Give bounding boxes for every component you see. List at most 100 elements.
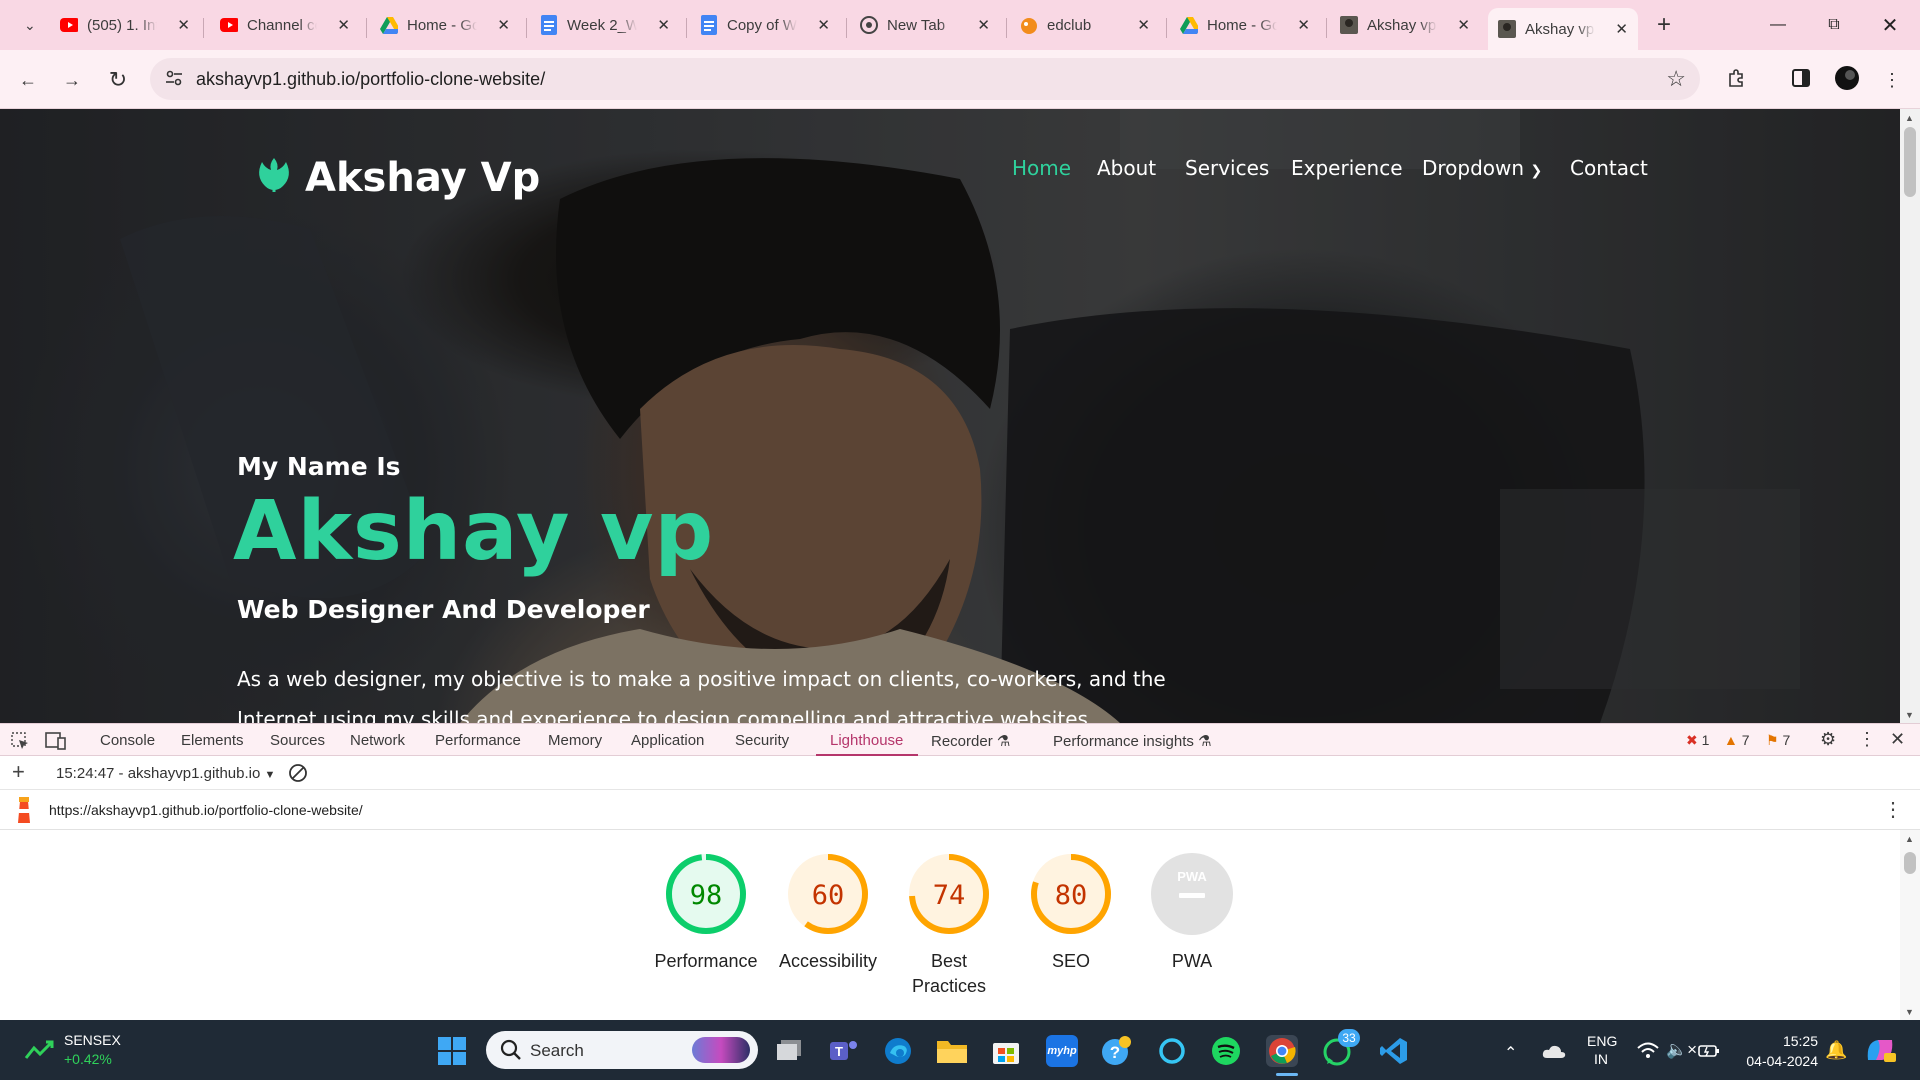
devtools-tab-recorder[interactable]: Recorder ⚗ xyxy=(931,732,1010,750)
site-info-icon[interactable] xyxy=(164,68,184,93)
error-count[interactable]: ✖ 1 xyxy=(1686,732,1709,749)
devtools-tab-security[interactable]: Security xyxy=(735,732,789,749)
show-hidden-icons[interactable]: ⌃ xyxy=(1504,1043,1517,1063)
report-selector[interactable]: 15:24:47 - akshayvp1.github.io ▼ xyxy=(56,765,275,782)
close-icon[interactable]: ✕ xyxy=(1615,20,1628,38)
vscode-icon[interactable] xyxy=(1378,1035,1410,1067)
devtools-tab-memory[interactable]: Memory xyxy=(548,732,602,749)
new-tab-button[interactable]: + xyxy=(1648,9,1680,41)
scrollbar-thumb[interactable] xyxy=(1904,852,1916,874)
devtools-tab-network[interactable]: Network xyxy=(350,732,405,749)
bookmark-star-icon[interactable]: ☆ xyxy=(1666,66,1686,92)
lighthouse-report-url[interactable]: https://akshayvp1.github.io/portfolio-cl… xyxy=(49,802,363,818)
close-icon[interactable]: ✕ xyxy=(817,16,830,34)
edge-icon[interactable] xyxy=(882,1035,914,1067)
site-brand[interactable]: Akshay Vp xyxy=(253,154,540,201)
profile-avatar[interactable] xyxy=(1831,64,1863,96)
myhp-icon[interactable]: myhp xyxy=(1046,1035,1078,1067)
browser-tab-active[interactable]: Akshay vp ✕ xyxy=(1488,8,1638,50)
close-icon[interactable]: ✕ xyxy=(977,16,990,34)
devtools-tab-lighthouse[interactable]: Lighthouse xyxy=(830,732,903,749)
nav-services[interactable]: Services xyxy=(1185,156,1269,180)
browser-tab[interactable]: Home - Go ✕ xyxy=(1170,8,1320,42)
device-toolbar-icon[interactable] xyxy=(45,731,67,756)
devtools-close-icon[interactable]: ✕ xyxy=(1890,729,1905,750)
wifi-icon[interactable] xyxy=(1637,1041,1659,1064)
score-gauge-pwa[interactable]: PWA xyxy=(1151,853,1233,935)
devtools-tab-application[interactable]: Application xyxy=(631,732,704,749)
extensions-button[interactable] xyxy=(1721,64,1753,96)
teams-icon[interactable]: T xyxy=(828,1035,860,1067)
warning-count[interactable]: ▲ 7 xyxy=(1724,732,1750,748)
report-scrollbar[interactable]: ▲ ▼ xyxy=(1900,830,1920,1020)
devtools-tab-performance[interactable]: Performance xyxy=(435,732,521,749)
file-explorer-icon[interactable] xyxy=(936,1035,968,1067)
inspect-element-icon[interactable] xyxy=(10,731,30,756)
report-menu-icon[interactable]: ⋮ xyxy=(1883,797,1903,822)
onedrive-icon[interactable] xyxy=(1542,1043,1566,1064)
nav-dropdown[interactable]: Dropdown ❯ xyxy=(1422,156,1542,180)
microsoft-store-icon[interactable] xyxy=(990,1035,1022,1067)
close-icon[interactable]: ✕ xyxy=(337,16,350,34)
scroll-up-icon[interactable]: ▲ xyxy=(1905,834,1914,844)
score-gauge-best-practices[interactable]: 74 xyxy=(908,853,990,935)
close-icon[interactable]: ✕ xyxy=(497,16,510,34)
notification-bell-icon[interactable]: 🔔 xyxy=(1825,1040,1847,1061)
spotify-icon[interactable] xyxy=(1210,1035,1242,1067)
browser-tab[interactable]: Week 2_W ✕ xyxy=(530,8,680,42)
nav-about[interactable]: About xyxy=(1097,156,1156,180)
forward-button[interactable]: → xyxy=(56,64,88,96)
clock[interactable]: 15:25 04-04-2024 xyxy=(1738,1033,1818,1069)
nav-contact[interactable]: Contact xyxy=(1570,156,1648,180)
chrome-taskbar-icon[interactable] xyxy=(1266,1035,1298,1067)
restore-button[interactable]: ⧉ xyxy=(1806,0,1862,50)
close-icon[interactable]: ✕ xyxy=(177,16,190,34)
windows-start-icon[interactable] xyxy=(436,1035,468,1067)
browser-tab[interactable]: edclub ✕ xyxy=(1010,8,1160,42)
nav-experience[interactable]: Experience xyxy=(1291,156,1403,180)
copilot-icon[interactable] xyxy=(1864,1036,1896,1069)
issues-count[interactable]: ⚑ 7 xyxy=(1766,732,1790,749)
volume-muted-icon[interactable]: 🔈× xyxy=(1666,1040,1697,1060)
reload-button[interactable]: ↻ xyxy=(102,64,134,96)
devtools-tab-sources[interactable]: Sources xyxy=(270,732,325,749)
cortana-icon[interactable] xyxy=(1156,1035,1188,1067)
new-report-plus-icon[interactable]: + xyxy=(12,759,25,785)
browser-tab[interactable]: New Tab ✕ xyxy=(850,8,1000,42)
scroll-down-icon[interactable]: ▼ xyxy=(1905,1007,1914,1017)
minimize-button[interactable]: — xyxy=(1750,0,1806,50)
scroll-down-icon[interactable]: ▼ xyxy=(1905,710,1914,720)
close-icon[interactable]: ✕ xyxy=(657,16,670,34)
clear-reports-icon[interactable] xyxy=(288,763,308,788)
battery-icon[interactable] xyxy=(1698,1043,1720,1064)
browser-tab[interactable]: Channel co ✕ xyxy=(210,8,360,42)
devtools-tab-console[interactable]: Console xyxy=(100,732,155,749)
close-icon[interactable]: ✕ xyxy=(1297,16,1310,34)
close-icon[interactable]: ✕ xyxy=(1137,16,1150,34)
devtools-more-icon[interactable]: ⋮ xyxy=(1858,729,1876,750)
page-scrollbar[interactable]: ▲ ▼ xyxy=(1900,109,1920,723)
language-indicator[interactable]: ENG IN xyxy=(1587,1033,1617,1067)
stock-name[interactable]: SENSEX xyxy=(64,1032,121,1048)
score-gauge-performance[interactable]: 98 xyxy=(665,853,747,935)
browser-tab[interactable]: Home - Go ✕ xyxy=(370,8,520,42)
side-panel-button[interactable] xyxy=(1785,64,1817,96)
nav-home[interactable]: Home xyxy=(1012,156,1071,180)
scroll-up-icon[interactable]: ▲ xyxy=(1905,113,1914,123)
devtools-settings-icon[interactable]: ⚙ xyxy=(1820,729,1836,750)
back-button[interactable]: ← xyxy=(12,64,44,96)
scrollbar-thumb[interactable] xyxy=(1904,127,1916,197)
tab-search-button[interactable]: ⌄ xyxy=(14,8,50,42)
address-bar[interactable]: akshayvp1.github.io/portfolio-clone-webs… xyxy=(150,58,1700,100)
help-icon[interactable]: ? xyxy=(1100,1035,1132,1067)
devtools-tab-elements[interactable]: Elements xyxy=(181,732,244,749)
stock-chart-icon[interactable] xyxy=(24,1038,56,1067)
close-icon[interactable]: ✕ xyxy=(1457,16,1470,34)
browser-tab[interactable]: Copy of W ✕ xyxy=(690,8,840,42)
score-gauge-seo[interactable]: 80 xyxy=(1030,853,1112,935)
devtools-tab-performance-insights[interactable]: Performance insights ⚗ xyxy=(1053,732,1212,750)
browser-tab[interactable]: (505) 1. Int ✕ xyxy=(50,8,200,42)
score-gauge-accessibility[interactable]: 60 xyxy=(787,853,869,935)
window-close-button[interactable]: ✕ xyxy=(1862,0,1918,50)
browser-menu-button[interactable]: ⋮ xyxy=(1876,64,1908,96)
